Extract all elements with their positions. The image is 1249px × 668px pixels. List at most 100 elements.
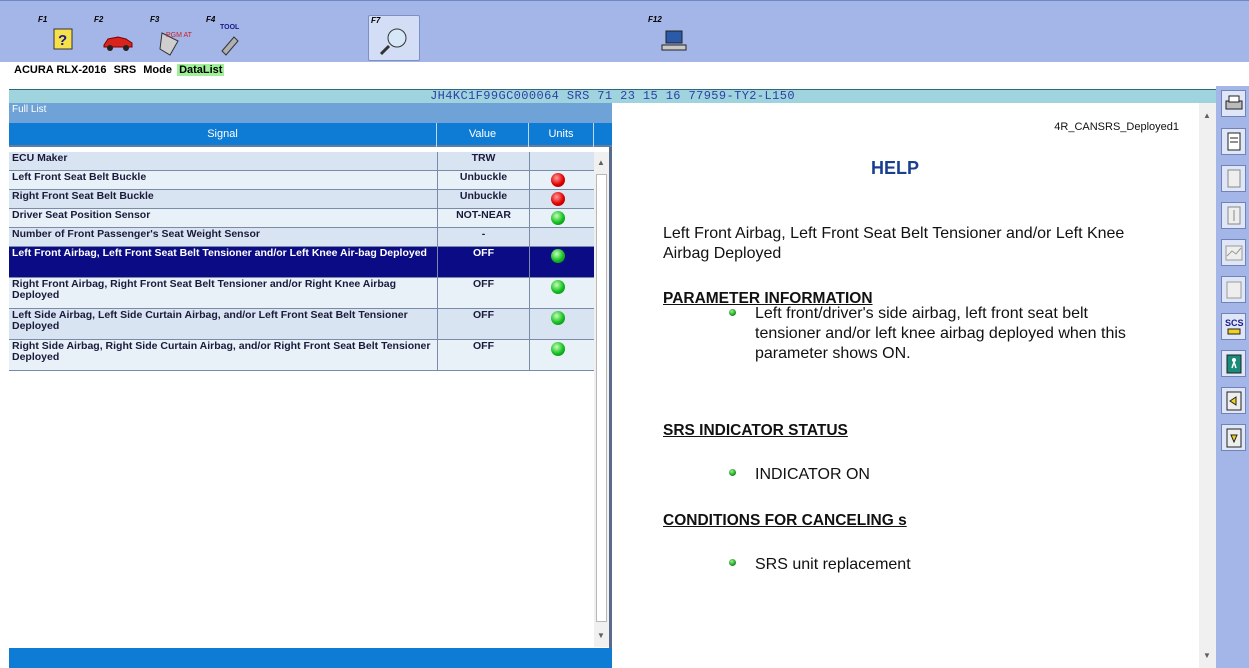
table-row[interactable]: Right Front Seat Belt Buckle Unbuckle bbox=[9, 190, 594, 209]
scroll-up-arrow-icon[interactable]: ▲ bbox=[1203, 111, 1211, 120]
report-button[interactable] bbox=[1221, 128, 1246, 155]
signal-value: Unbuckle bbox=[437, 171, 529, 189]
list-scrollbar[interactable]: ▲ ▼ bbox=[594, 152, 609, 647]
status-cell bbox=[529, 171, 594, 189]
status-cell bbox=[529, 309, 594, 339]
help-scrollbar[interactable]: ▲ ▼ bbox=[1199, 103, 1216, 668]
table-row[interactable]: Right Front Airbag, Right Front Seat Bel… bbox=[9, 278, 594, 309]
svg-text:?: ? bbox=[58, 32, 67, 49]
signal-name: Driver Seat Position Sensor bbox=[12, 209, 151, 221]
download-icon bbox=[1226, 428, 1242, 448]
units-column-header[interactable]: Units bbox=[529, 123, 594, 147]
graph-icon bbox=[1225, 245, 1243, 261]
f1-help-button[interactable]: F1 ? bbox=[36, 15, 86, 61]
green-status-indicator-icon bbox=[551, 249, 565, 263]
scroll-down-arrow-icon[interactable]: ▼ bbox=[597, 631, 605, 640]
printer-icon bbox=[1225, 95, 1243, 110]
report-icon bbox=[1227, 132, 1241, 151]
scs-icon: SCS bbox=[1225, 318, 1244, 335]
list-footer-bar bbox=[9, 648, 612, 668]
red-status-indicator-icon bbox=[551, 192, 565, 206]
green-status-indicator-icon bbox=[551, 211, 565, 225]
signal-name: Left Front Seat Belt Buckle bbox=[12, 171, 147, 183]
f12-computer-button[interactable]: F12 bbox=[646, 15, 698, 61]
help-subject: Left Front Airbag, Left Front Seat Belt … bbox=[663, 225, 1125, 262]
section-heading: CONDITIONS FOR CANCELING s bbox=[663, 512, 907, 529]
signal-name: Right Front Airbag, Right Front Seat Bel… bbox=[12, 278, 397, 301]
section-text: SRS unit replacement bbox=[755, 556, 911, 573]
tool-icon: TOOL bbox=[220, 24, 240, 56]
status-cell bbox=[529, 190, 594, 208]
signal-value: OFF bbox=[437, 309, 529, 339]
help-document-id: 4R_CANSRS_Deployed1 bbox=[1054, 121, 1179, 133]
sort-button[interactable] bbox=[1221, 387, 1246, 414]
table-row[interactable]: Left Front Seat Belt Buckle Unbuckle bbox=[9, 171, 594, 190]
exit-button[interactable] bbox=[1221, 350, 1246, 377]
car-icon bbox=[103, 36, 133, 51]
help-icon: ? bbox=[53, 28, 73, 50]
system-label: SRS bbox=[113, 64, 137, 76]
signal-rows: ECU Maker TRW Left Front Seat Belt Buckl… bbox=[9, 152, 594, 371]
graph-button[interactable] bbox=[1221, 239, 1246, 266]
scs-text: SCS bbox=[1225, 318, 1244, 328]
f4-tool-button[interactable]: F4 TOOL bbox=[204, 15, 254, 61]
signal-column-header[interactable]: Signal bbox=[9, 123, 437, 147]
f2-vehicle-button[interactable]: F2 bbox=[92, 15, 142, 61]
help-title: HELP bbox=[870, 158, 919, 178]
signal-value: - bbox=[437, 228, 529, 246]
bullet-icon bbox=[729, 309, 736, 316]
table-row[interactable]: Driver Seat Position Sensor NOT-NEAR bbox=[9, 209, 594, 228]
section-text: INDICATOR ON bbox=[755, 466, 870, 483]
data-list-panel: Full List Signal Value Units ECU Maker T… bbox=[9, 103, 612, 668]
status-cell bbox=[529, 228, 594, 246]
table-row[interactable]: Left Side Airbag, Left Side Curtain Airb… bbox=[9, 309, 594, 340]
print-button[interactable] bbox=[1221, 90, 1246, 117]
signal-name: ECU Maker bbox=[12, 152, 68, 164]
download-button[interactable] bbox=[1221, 424, 1246, 451]
f3-program-button[interactable]: F3 PGM AT bbox=[148, 15, 198, 61]
list-button[interactable] bbox=[1221, 202, 1246, 229]
status-cell bbox=[529, 340, 594, 370]
page-button[interactable] bbox=[1221, 165, 1246, 192]
snapshot-icon bbox=[1226, 281, 1242, 299]
exit-icon bbox=[1226, 354, 1242, 374]
table-row[interactable]: ECU Maker TRW bbox=[9, 152, 594, 171]
status-cell bbox=[529, 247, 594, 277]
snapshot-button[interactable] bbox=[1221, 276, 1246, 303]
mode-value: DataList bbox=[177, 64, 225, 76]
side-toolbar: SCS bbox=[1216, 86, 1249, 668]
signal-name: Right Front Seat Belt Buckle bbox=[12, 190, 154, 202]
scs-button[interactable]: SCS bbox=[1221, 313, 1246, 340]
vehicle-label: ACURA RLX-2016 bbox=[14, 64, 107, 76]
signal-name: Number of Front Passenger's Seat Weight … bbox=[12, 228, 260, 240]
scrollbar-thumb[interactable] bbox=[596, 174, 607, 622]
table-row[interactable]: Number of Front Passenger's Seat Weight … bbox=[9, 228, 594, 247]
f7-search-button[interactable]: F7 bbox=[368, 15, 420, 61]
pgm-at-text: PGM AT bbox=[166, 32, 193, 39]
status-cell bbox=[529, 209, 594, 227]
tool-text: TOOL bbox=[220, 24, 240, 31]
search-globe-icon bbox=[379, 28, 407, 56]
section-text: Left front/driver's side airbag, left fr… bbox=[755, 305, 1126, 362]
green-status-indicator-icon bbox=[551, 342, 565, 356]
help-panel: 4R_CANSRS_Deployed1 HELP Left Front Airb… bbox=[615, 103, 1199, 668]
signal-name: Right Side Airbag, Right Side Curtain Ai… bbox=[12, 340, 431, 363]
scroll-down-arrow-icon[interactable]: ▼ bbox=[1203, 651, 1211, 660]
signal-value: TRW bbox=[437, 152, 529, 170]
breadcrumb: ACURA RLX-2016 SRS Mode DataList bbox=[0, 62, 1249, 78]
scroll-up-arrow-icon[interactable]: ▲ bbox=[597, 158, 605, 167]
computer-icon bbox=[661, 30, 687, 51]
table-row-selected[interactable]: Left Front Airbag, Left Front Seat Belt … bbox=[9, 247, 594, 278]
pgm-at-icon: PGM AT bbox=[159, 32, 193, 56]
status-cell bbox=[529, 278, 594, 308]
top-toolbar: F1 ? F2 F3 PGM AT F4 TOOL F7 F12 bbox=[0, 0, 1249, 62]
signal-value: Unbuckle bbox=[437, 190, 529, 208]
table-header: Signal Value Units bbox=[9, 123, 612, 147]
list-title: Full List bbox=[9, 103, 612, 123]
green-status-indicator-icon bbox=[551, 280, 565, 294]
signal-name: Left Front Airbag, Left Front Seat Belt … bbox=[12, 247, 427, 259]
value-column-header[interactable]: Value bbox=[437, 123, 529, 147]
signal-value: OFF bbox=[437, 278, 529, 308]
table-row[interactable]: Right Side Airbag, Right Side Curtain Ai… bbox=[9, 340, 594, 371]
status-cell bbox=[529, 152, 594, 170]
